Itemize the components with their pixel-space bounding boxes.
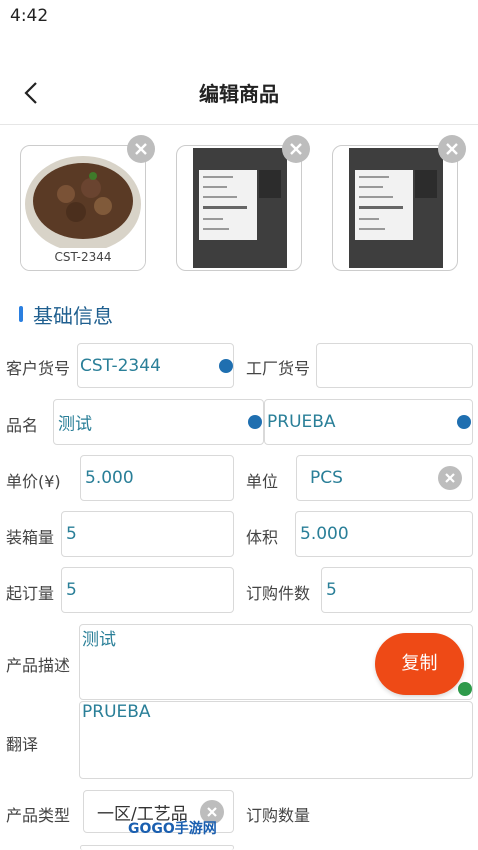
customer-item-no-value: CST-2344 — [80, 355, 161, 376]
product-name-translation-input[interactable]: PRUEBA — [264, 399, 473, 445]
factory-item-no-label: 工厂货号 — [246, 359, 311, 378]
section-title: 基础信息 — [33, 304, 113, 328]
product-image-3[interactable] — [332, 145, 458, 271]
pack-qty-value: 5 — [66, 524, 77, 544]
status-time: 4:42 — [10, 6, 49, 26]
copy-button[interactable]: 复制 — [375, 633, 464, 695]
product-name-label: 品名 — [6, 416, 39, 435]
unit-price-label: 单价(¥) — [6, 472, 61, 491]
unit-label: 单位 — [246, 472, 279, 491]
clear-icon[interactable] — [438, 466, 462, 490]
moq-input[interactable]: 5 — [61, 567, 234, 613]
watermark-logo: GOGO手游网 — [128, 821, 217, 837]
clear-icon[interactable] — [248, 415, 262, 429]
close-icon — [290, 143, 302, 155]
unit-price-value: 5.000 — [85, 468, 134, 488]
order-pieces-label: 订购件数 — [246, 584, 311, 603]
page-title: 编辑商品 — [199, 82, 279, 106]
next-row-input[interactable] — [80, 845, 234, 850]
factory-item-no-input[interactable] — [316, 343, 473, 388]
order-pieces-value: 5 — [326, 580, 337, 600]
clear-icon[interactable] — [458, 682, 472, 696]
clear-icon[interactable] — [457, 415, 471, 429]
unit-select[interactable]: PCS — [296, 455, 473, 501]
image-caption: CST-2344 — [54, 250, 112, 264]
close-icon — [445, 473, 455, 483]
close-icon — [446, 143, 458, 155]
product-name-translation-value: PRUEBA — [267, 412, 336, 432]
description-label: 产品描述 — [6, 656, 71, 675]
customer-item-no-input[interactable]: CST-2344 — [77, 343, 234, 388]
volume-label: 体积 — [246, 528, 279, 547]
product-image-1[interactable]: CST-2344 — [20, 145, 146, 271]
moq-value: 5 — [66, 580, 77, 600]
header-divider — [0, 124, 478, 125]
pack-qty-input[interactable]: 5 — [61, 511, 234, 557]
description-value: 测试 — [82, 630, 116, 650]
unit-value: PCS — [310, 468, 343, 488]
clear-icon[interactable] — [219, 359, 233, 373]
volume-value: 5.000 — [300, 524, 349, 544]
remove-image-1-button[interactable] — [127, 135, 155, 163]
screenshot-thumbnail-icon — [349, 148, 443, 268]
order-pieces-input[interactable]: 5 — [321, 567, 473, 613]
pack-qty-label: 装箱量 — [6, 528, 55, 547]
translation-textarea[interactable]: PRUEBA — [79, 701, 473, 779]
customer-item-no-label: 客户货号 — [6, 359, 71, 378]
remove-image-3-button[interactable] — [438, 135, 466, 163]
order-qty-label: 订购数量 — [246, 806, 311, 825]
volume-input[interactable]: 5.000 — [295, 511, 473, 557]
moq-label: 起订量 — [6, 584, 55, 603]
unit-price-input[interactable]: 5.000 — [80, 455, 234, 501]
screenshot-thumbnail-icon — [193, 148, 287, 268]
section-accent-bar — [19, 306, 23, 322]
product-image-2[interactable] — [176, 145, 302, 271]
translation-label: 翻译 — [6, 735, 39, 754]
product-type-label: 产品类型 — [6, 806, 71, 825]
product-name-input[interactable]: 测试 — [53, 399, 264, 445]
close-icon — [135, 143, 147, 155]
product-name-value: 测试 — [58, 414, 92, 435]
remove-image-2-button[interactable] — [282, 135, 310, 163]
translation-value: PRUEBA — [82, 702, 151, 722]
